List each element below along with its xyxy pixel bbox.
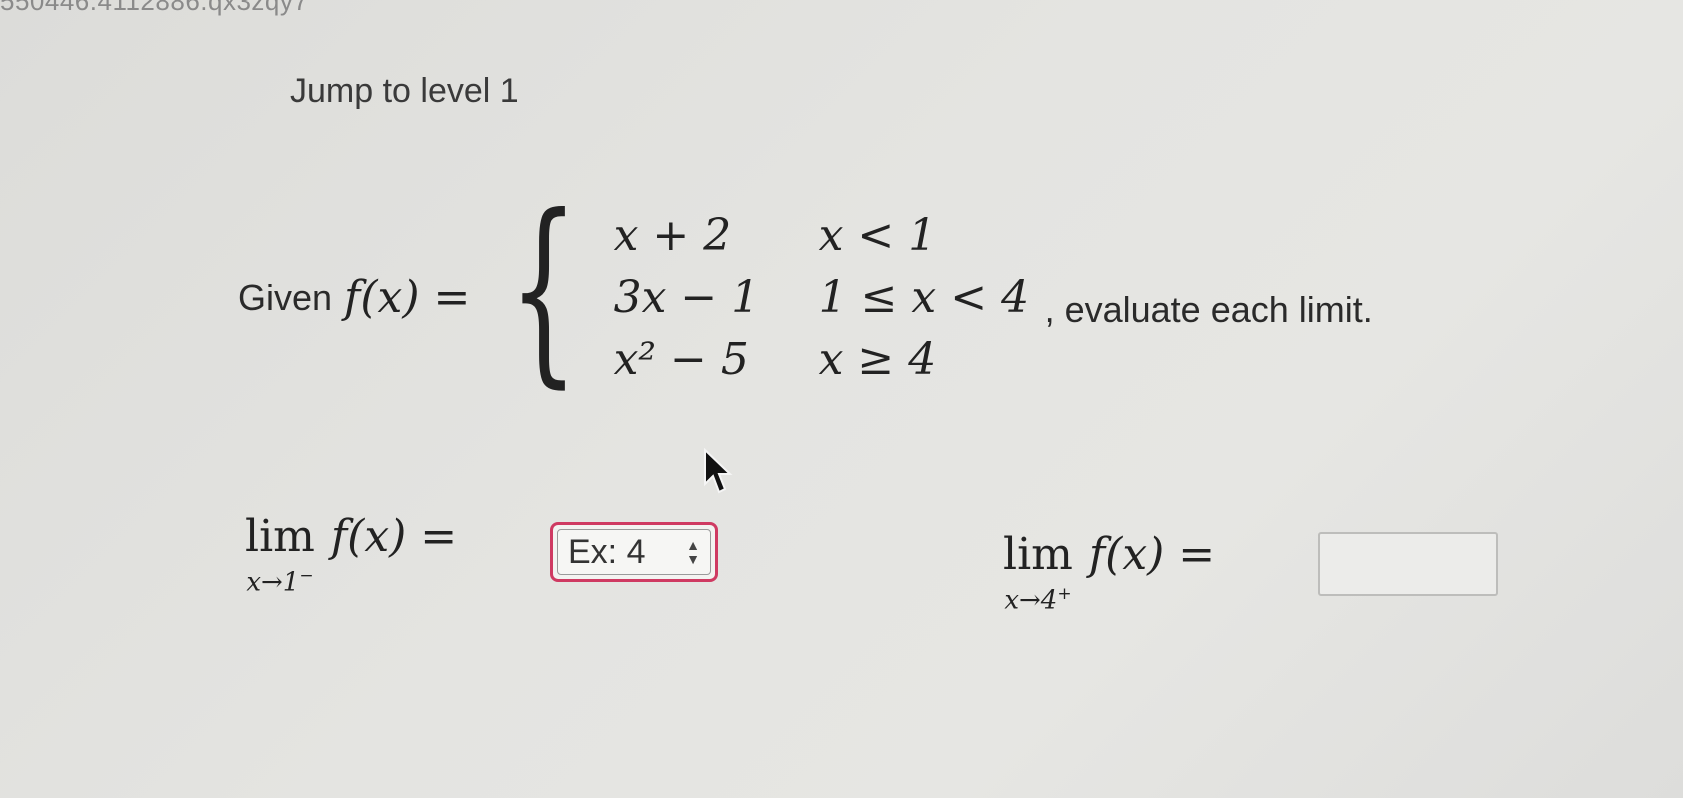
answer-input-2[interactable] — [1318, 532, 1498, 596]
up-down-arrows-icon[interactable]: ▲ ▼ — [686, 538, 700, 566]
answer-input-1[interactable]: Ex: 4 ▲ ▼ — [557, 529, 711, 575]
answer-dropdown-1[interactable]: Ex: 4 ▲ ▼ — [550, 522, 718, 582]
lim-subscript: x→1− — [246, 566, 314, 598]
question-id: 550446.4112886.qx3zqy7 — [0, 0, 309, 16]
given-text: Given — [238, 276, 333, 318]
lim-word: lim — [245, 511, 315, 562]
limit-expression: f(x) = — [1088, 529, 1216, 580]
case-cond: x ≥ 4 — [818, 333, 937, 385]
case-cond: x < 1 — [818, 209, 937, 261]
instruction-text: , evaluate each limit. — [1044, 288, 1373, 330]
case-expr: x² − 5 — [613, 333, 749, 385]
lim-word: lim — [1003, 529, 1073, 580]
limit-right: lim x→4+ f(x) = — [1003, 530, 1215, 615]
lim-subscript: x→4+ — [1004, 584, 1072, 616]
problem-statement: Given f(x) = { x + 2 x < 1 3x − 1 1 ≤ x … — [238, 189, 1373, 390]
case-cond: 1 ≤ x < 4 — [818, 271, 1030, 323]
limit-left: lim x→1− f(x) = — [245, 512, 457, 597]
limit-expression: f(x) = — [330, 511, 458, 562]
case-expr: x + 2 — [613, 209, 732, 261]
case-expr: 3x − 1 — [613, 271, 760, 323]
function-lhs: f(x) = — [344, 272, 471, 323]
piecewise-cases: x + 2 x < 1 3x − 1 1 ≤ x < 4 x² − 5 x ≥ … — [614, 207, 1059, 389]
answer-placeholder: Ex: 4 — [568, 532, 646, 571]
mouse-pointer-icon — [704, 448, 733, 494]
jump-to-level-label[interactable]: Jump to level 1 — [290, 72, 519, 111]
piecewise-brace: { — [508, 172, 579, 406]
